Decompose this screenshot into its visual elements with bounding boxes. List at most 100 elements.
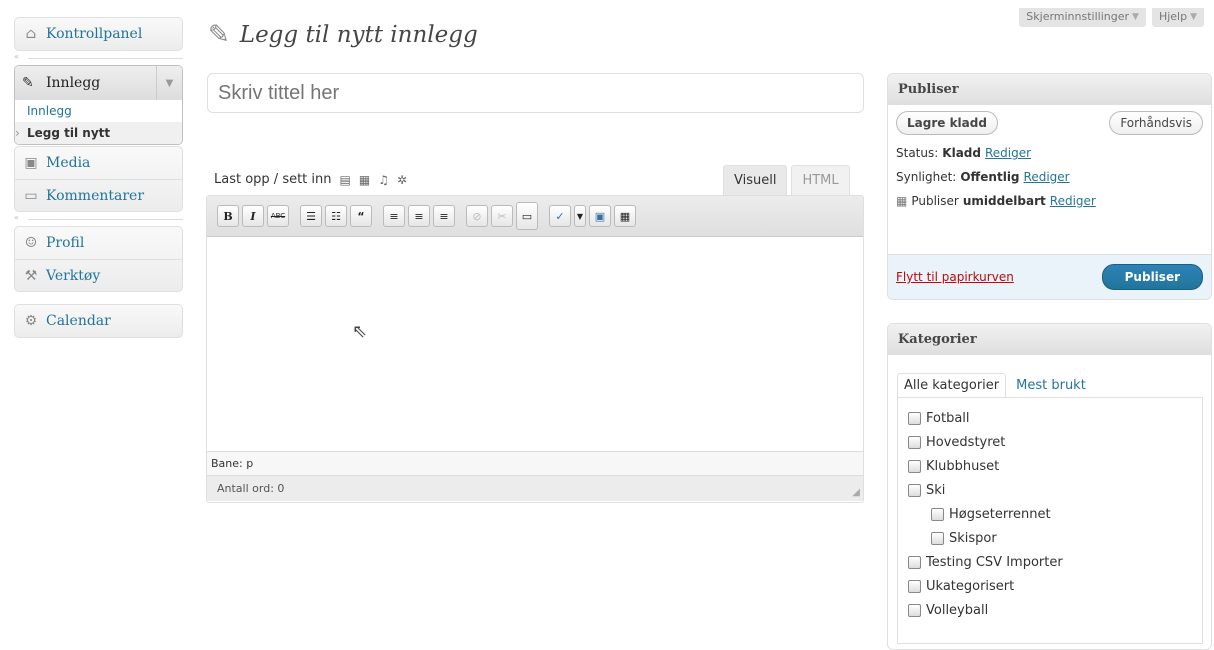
save-draft-button[interactable]: Lagre kladd	[896, 111, 998, 135]
category-label[interactable]: Testing CSV Importer	[926, 555, 1063, 570]
resize-handle-icon[interactable]: ◢	[852, 487, 860, 498]
tab-most-used[interactable]: Mest brukt	[1010, 374, 1092, 397]
category-label[interactable]: Hovedstyret	[926, 435, 1005, 450]
category-checkbox[interactable]	[931, 531, 944, 545]
fullscreen-button[interactable]: ▣	[589, 205, 611, 227]
menu-label: Media	[46, 155, 91, 171]
category-checkbox[interactable]	[908, 555, 921, 569]
menu-item-dashboard[interactable]: ⌂ Kontrollpanel	[14, 17, 183, 51]
tab-visual[interactable]: Visuell	[723, 165, 788, 195]
menu-label: Calendar	[46, 313, 111, 329]
category-checkbox[interactable]	[908, 483, 921, 497]
category-checkbox[interactable]	[908, 459, 921, 473]
menu-posts-head[interactable]: ✎ Innlegg ▼	[15, 66, 182, 100]
submenu-item-posts[interactable]: Innlegg	[15, 100, 182, 122]
category-item: Ski	[908, 478, 1192, 502]
add-video-icon[interactable]: ▦	[359, 173, 370, 187]
mouse-cursor-icon: ⇖	[352, 321, 368, 342]
edit-status-link[interactable]: Rediger	[985, 146, 1031, 160]
italic-button[interactable]: I	[242, 205, 264, 227]
category-label[interactable]: Høgseterrennet	[949, 507, 1051, 522]
help-button[interactable]: Hjelp ▼	[1151, 8, 1204, 27]
schedule-value: umiddelbart	[962, 194, 1046, 208]
pushpin-icon: ✎	[22, 75, 34, 91]
visibility-value: Offentlig	[960, 170, 1020, 184]
publish-minor-actions: Lagre kladd Forhåndsvis	[888, 105, 1211, 141]
chevron-down-icon: ▼	[1190, 11, 1197, 22]
screen-options-button[interactable]: Skjerminnstillinger ▼	[1019, 8, 1146, 27]
category-label[interactable]: Ukategorisert	[926, 579, 1014, 594]
status-label: Status:	[896, 146, 939, 160]
help-label: Hjelp	[1158, 10, 1188, 23]
align-left-button[interactable]: ≡	[383, 205, 405, 227]
tab-all-categories[interactable]: Alle kategorier	[897, 373, 1007, 397]
align-center-button[interactable]: ≡	[408, 205, 430, 227]
preview-button[interactable]: Forhåndsvis	[1109, 111, 1203, 135]
schedule-row: ▦ Publiser umiddelbart Rediger	[888, 189, 1211, 213]
link-button[interactable]: ⊘	[466, 205, 488, 227]
add-image-icon[interactable]: ▤	[340, 173, 351, 187]
visibility-label: Synlighet:	[896, 170, 957, 184]
category-item: Testing CSV Importer	[908, 550, 1192, 574]
spellcheck-button[interactable]: ✓	[549, 205, 571, 227]
move-to-trash-link[interactable]: Flytt til papirkurven	[896, 270, 1014, 284]
editor-content-area[interactable]: ⇖	[207, 237, 863, 451]
collapse-icon[interactable]: «	[14, 52, 19, 61]
category-checkbox[interactable]	[931, 507, 944, 521]
menu-separator: «	[14, 212, 183, 226]
align-right-button[interactable]: ≡	[433, 205, 455, 227]
numbered-list-button[interactable]: ☷	[325, 205, 347, 227]
menu-label: Verktøy	[46, 267, 101, 284]
menu-item-media[interactable]: ▣ Media	[15, 147, 182, 179]
category-label[interactable]: Ski	[926, 483, 945, 498]
calendar-icon: ▦	[896, 194, 908, 208]
category-checkbox[interactable]	[908, 603, 921, 617]
unlink-button[interactable]: ✂	[491, 205, 513, 227]
bold-button[interactable]: B	[217, 205, 239, 227]
publish-button[interactable]: Publiser	[1101, 264, 1203, 290]
category-label[interactable]: Volleyball	[926, 603, 988, 618]
category-tabs: Alle kategorier Mest brukt	[888, 355, 1211, 397]
category-label[interactable]: Klubbhuset	[926, 459, 999, 474]
bullet-list-button[interactable]: ☰	[300, 205, 322, 227]
collapse-icon[interactable]: «	[14, 213, 19, 222]
publish-box-title[interactable]: Publiser	[888, 74, 1211, 105]
menu-item-calendar[interactable]: ⚙ Calendar	[15, 305, 182, 337]
menu-label: Kommentarer	[46, 187, 145, 204]
category-item: Høgseterrennet	[908, 502, 1192, 526]
category-checkbox[interactable]	[908, 411, 921, 425]
blockquote-button[interactable]: “	[350, 205, 372, 227]
tab-html[interactable]: HTML	[791, 165, 850, 195]
spellcheck-dropdown[interactable]: ▼	[574, 205, 586, 227]
categories-box-title[interactable]: Kategorier	[888, 324, 1211, 355]
categories-box: Kategorier Alle kategorier Mest brukt Fo…	[887, 323, 1212, 650]
edit-schedule-link[interactable]: Rediger	[1050, 194, 1096, 208]
editor-path: Bane: p	[207, 451, 863, 475]
menu-item-comments[interactable]: ▭ Kommentarer	[15, 179, 182, 211]
category-checkbox[interactable]	[908, 579, 921, 593]
category-label[interactable]: Skispor	[949, 531, 997, 546]
edit-visibility-link[interactable]: Rediger	[1024, 170, 1070, 184]
submenu-item-add-new[interactable]: Legg til nytt	[15, 122, 182, 144]
admin-menu: ⌂ Kontrollpanel « ✎ Innlegg ▼ Innlegg Le…	[14, 17, 183, 338]
menu-item-posts: ✎ Innlegg ▼ Innlegg Legg til nytt	[14, 65, 183, 145]
visibility-row: Synlighet: Offentlig Rediger	[888, 165, 1211, 189]
strikethrough-button[interactable]: ABC	[267, 205, 289, 227]
editor-tabs: Visuell HTML	[723, 165, 850, 195]
publish-box: Publiser Lagre kladd Forhåndsvis Status:…	[887, 73, 1212, 300]
post-editor: B I ABC ☰ ☷ “ ≡ ≡ ≡ ⊘ ✂ ▭ ✓ ▼ ▣ ▦ ⇖ Bane…	[206, 195, 864, 503]
menu-item-profile[interactable]: ☺ Profil	[15, 227, 182, 259]
post-title-input[interactable]	[207, 73, 864, 113]
category-item: Ukategorisert	[908, 574, 1192, 598]
add-media-icon[interactable]: ✲	[397, 173, 407, 187]
category-checkbox[interactable]	[908, 435, 921, 449]
chevron-down-icon: ▼	[1132, 11, 1139, 22]
add-audio-icon[interactable]: ♫	[378, 173, 389, 187]
kitchen-sink-button[interactable]: ▦	[614, 205, 636, 227]
menu-toggle-icon[interactable]: ▼	[156, 66, 182, 100]
menu-item-tools[interactable]: ⚒ Verktøy	[15, 259, 182, 291]
publish-major-actions: Flytt til papirkurven Publiser	[888, 254, 1211, 299]
category-label[interactable]: Fotball	[926, 411, 970, 426]
more-tag-button[interactable]: ▭	[516, 202, 538, 230]
word-count: Antall ord: 0	[217, 482, 285, 495]
